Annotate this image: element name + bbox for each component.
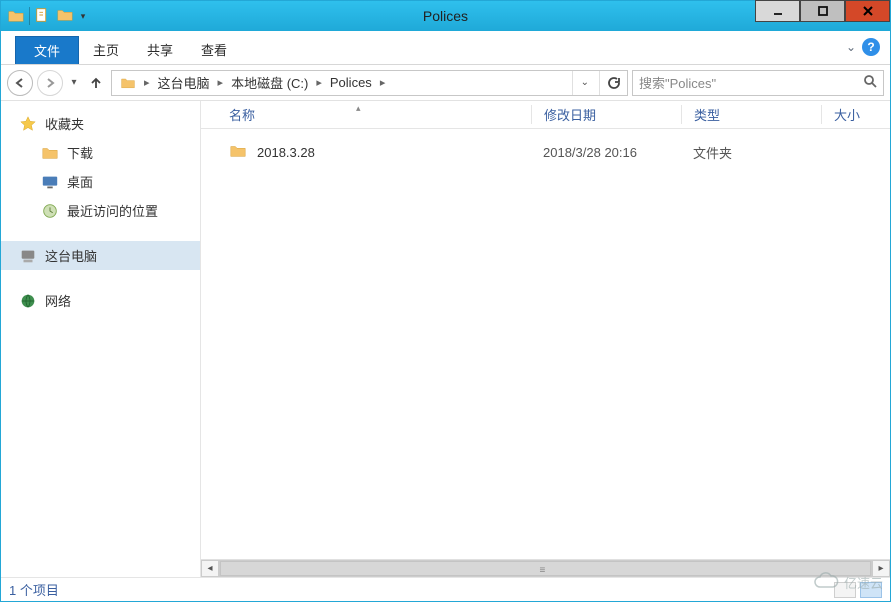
tree-label: 下载 [67,143,93,162]
titlebar: ▾ Polices [1,1,890,31]
sort-indicator-icon: ▴ [356,103,361,114]
monitor-icon [41,173,59,191]
back-button[interactable] [7,70,33,96]
forward-button[interactable] [37,70,63,96]
tree-thispc[interactable]: 这台电脑 [1,241,200,270]
scroll-left-button[interactable]: ◂ [201,560,219,577]
column-name[interactable]: 名称▴ [201,105,531,124]
ribbon-collapse-icon[interactable]: ⌄ [846,40,856,54]
folder-icon [41,144,59,162]
maximize-button[interactable] [800,0,845,22]
file-tab[interactable]: 文件 [15,36,79,64]
tree-desktop[interactable]: 桌面 [1,167,200,196]
breadcrumb-root-icon[interactable] [116,75,140,91]
breadcrumb-thispc[interactable]: 这台电脑 [154,73,214,92]
tree-network[interactable]: 网络 [1,286,200,315]
history-dropdown-icon[interactable]: ▾ [67,77,81,88]
file-list: 2018.3.28 2018/3/28 20:16 文件夹 [201,129,890,559]
star-icon [19,115,37,133]
address-dropdown-icon[interactable]: ⌄ [572,71,597,95]
ribbon: 文件 主页 共享 查看 ⌄ ? [1,31,890,65]
item-count: 1 个项目 [9,580,59,599]
qat-dropdown-icon[interactable]: ▾ [78,11,88,22]
file-name: 2018.3.28 [257,145,315,160]
tree-label: 最近访问的位置 [67,201,158,220]
column-size[interactable]: 大小 [821,105,890,124]
chevron-right-icon[interactable]: ▸ [216,76,226,89]
tab-home[interactable]: 主页 [79,36,133,64]
breadcrumb-folder[interactable]: Polices [326,75,376,90]
chevron-right-icon[interactable]: ▸ [142,76,152,89]
qat-newfolder-icon[interactable] [56,6,74,27]
refresh-button[interactable] [599,71,627,95]
breadcrumb-drive[interactable]: 本地磁盘 (C:) [227,73,312,92]
scroll-thumb[interactable]: ≡ [220,561,871,576]
scroll-track[interactable]: ≡ [219,560,872,577]
view-details-button[interactable] [834,582,856,598]
status-bar: 1 个项目 [1,577,890,601]
horizontal-scrollbar[interactable]: ◂ ≡ ▸ [201,559,890,577]
up-button[interactable] [85,72,107,94]
computer-icon [19,247,37,265]
qat-properties-icon[interactable] [34,6,52,27]
navbar: ▾ ▸ 这台电脑 ▸ 本地磁盘 (C:) ▸ Polices ▸ ⌄ 搜索"Po… [1,65,890,101]
recent-icon [41,202,59,220]
column-headers: 名称▴ 修改日期 类型 大小 [201,101,890,129]
tree-label: 这台电脑 [45,246,97,265]
tab-view[interactable]: 查看 [187,36,241,64]
search-box[interactable]: 搜索"Polices" [632,70,884,96]
help-icon[interactable]: ? [862,38,880,56]
scroll-right-button[interactable]: ▸ [872,560,890,577]
view-icons-button[interactable] [860,582,882,598]
chevron-right-icon[interactable]: ▸ [378,76,388,89]
tab-share[interactable]: 共享 [133,36,187,64]
list-item[interactable]: 2018.3.28 2018/3/28 20:16 文件夹 [201,139,890,165]
separator [29,7,30,25]
folder-icon [229,142,247,163]
tree-label: 网络 [45,291,71,310]
file-date: 2018/3/28 20:16 [531,145,681,160]
close-button[interactable] [845,0,890,22]
minimize-button[interactable] [755,0,800,22]
tree-favorites[interactable]: 收藏夹 [1,109,200,138]
tree-label: 桌面 [67,172,93,191]
address-bar[interactable]: ▸ 这台电脑 ▸ 本地磁盘 (C:) ▸ Polices ▸ ⌄ [111,70,628,96]
search-icon[interactable] [863,74,877,91]
app-folder-icon [7,7,25,25]
column-type[interactable]: 类型 [681,105,821,124]
search-placeholder: 搜索"Polices" [639,73,716,92]
tree-recent[interactable]: 最近访问的位置 [1,196,200,225]
navigation-tree: 收藏夹 下载 桌面 最近访问的位置 这台电脑 网络 [1,101,201,577]
network-icon [19,292,37,310]
file-type: 文件夹 [681,143,821,162]
tree-downloads[interactable]: 下载 [1,138,200,167]
tree-label: 收藏夹 [45,114,84,133]
column-date[interactable]: 修改日期 [531,105,681,124]
chevron-right-icon[interactable]: ▸ [314,76,324,89]
